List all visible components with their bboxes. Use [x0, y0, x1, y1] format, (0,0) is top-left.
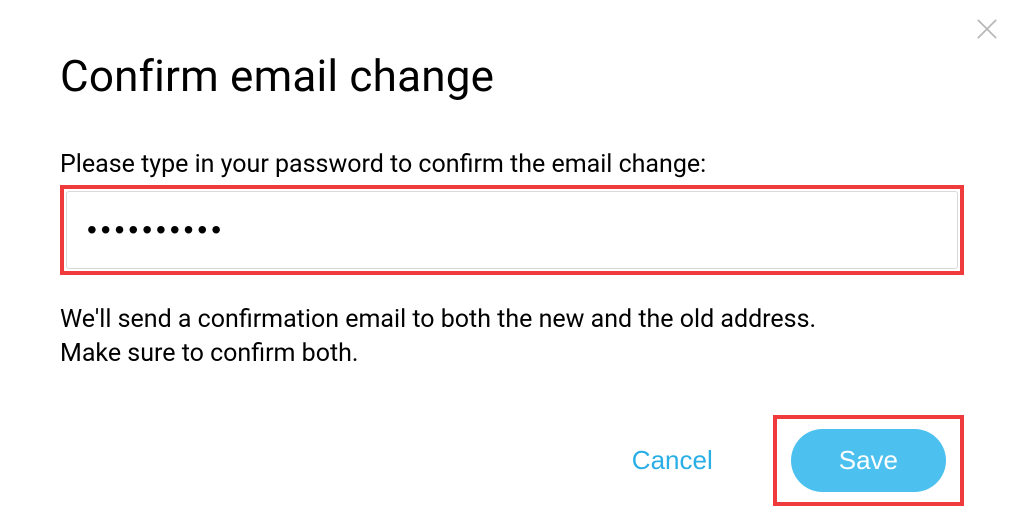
cancel-button[interactable]: Cancel: [628, 437, 717, 484]
password-input[interactable]: [66, 191, 958, 269]
password-input-highlight: [60, 185, 964, 275]
password-prompt-label: Please type in your password to confirm …: [60, 150, 964, 179]
close-icon[interactable]: [972, 14, 1002, 44]
dialog-title: Confirm email change: [60, 50, 964, 102]
confirm-email-change-dialog: Confirm email change Please type in your…: [0, 0, 1024, 529]
confirmation-info-text: We'll send a confirmation email to both …: [60, 303, 880, 371]
save-button[interactable]: Save: [791, 429, 946, 492]
dialog-actions: Cancel Save: [60, 415, 964, 506]
save-button-highlight: Save: [773, 415, 964, 506]
